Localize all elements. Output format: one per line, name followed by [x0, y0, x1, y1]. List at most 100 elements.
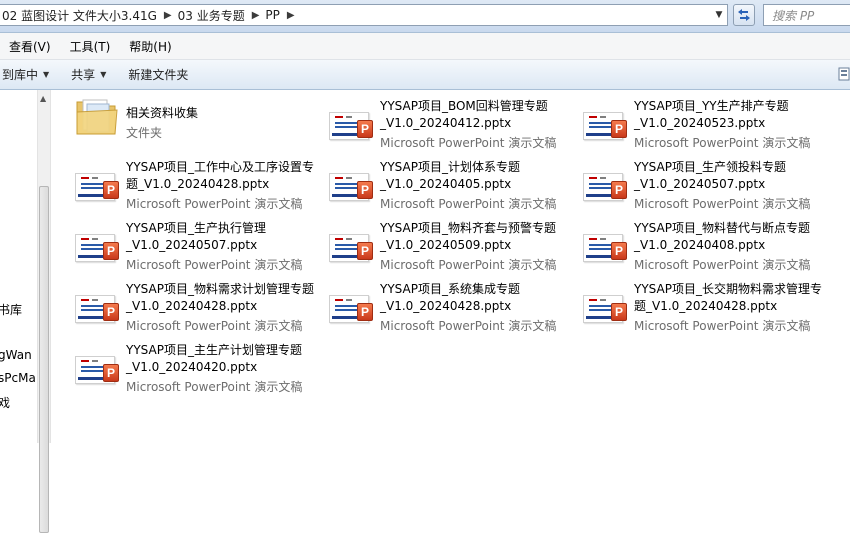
file-type: Microsoft PowerPoint 演示文稿 [126, 197, 303, 211]
command-toolbar: 到库中 ▼ 共享 ▼ 新建文件夹 [0, 60, 850, 90]
menu-bar: 查看(V) 工具(T) 帮助(H) [0, 33, 850, 60]
file-name-line1: YYSAP项目_物料替代与断点专题 [634, 221, 810, 235]
file-name-line2: _V1.0_20240507.pptx [126, 238, 258, 252]
file-item[interactable]: P YYSAP项目_YY生产排产专题 _V1.0_20240523.pptx M… [560, 90, 811, 150]
pptx-file-icon: P [327, 283, 375, 323]
file-type: Microsoft PowerPoint 演示文稿 [380, 197, 557, 211]
file-item[interactable]: P YYSAP项目_计划体系专题 _V1.0_20240405.pptx Mic… [306, 151, 557, 211]
file-name-line1: YYSAP项目_物料齐套与预警专题 [380, 221, 556, 235]
view-options-button[interactable] [838, 66, 850, 82]
chevron-right-icon[interactable]: ▶ [248, 10, 264, 21]
file-item[interactable]: P YYSAP项目_长交期物料需求管理专 题_V1.0_20240428.ppt… [560, 273, 822, 333]
chevron-right-icon[interactable]: ▶ [160, 10, 176, 21]
file-type: Microsoft PowerPoint 演示文稿 [634, 197, 811, 211]
menu-tools[interactable]: 工具(T) [60, 38, 120, 55]
file-name-line2: _V1.0_20240408.pptx [634, 238, 766, 252]
folder-type: 文件夹 [126, 126, 163, 140]
pptx-file-icon: P [73, 344, 121, 384]
file-item[interactable]: P YYSAP项目_主生产计划管理专题 _V1.0_20240420.pptx … [52, 334, 303, 394]
file-type: Microsoft PowerPoint 演示文稿 [380, 136, 557, 150]
folder-name: 相关资料收集 [126, 106, 199, 120]
file-type: Microsoft PowerPoint 演示文稿 [634, 319, 811, 333]
view-options-icon [838, 67, 850, 81]
pptx-file-icon: P [327, 222, 375, 262]
pptx-file-icon: P [327, 161, 375, 201]
refresh-button[interactable] [733, 4, 755, 26]
chevron-down-icon: ▼ [100, 70, 107, 79]
nav-item-games[interactable]: 戏 [0, 394, 10, 411]
pptx-file-icon: P [581, 222, 629, 262]
file-name-line1: YYSAP项目_生产执行管理 [126, 221, 266, 235]
share-label: 共享 [71, 68, 96, 82]
file-item[interactable]: P YYSAP项目_系统集成专题 _V1.0_20240428.pptx Mic… [306, 273, 557, 333]
file-name-line1: YYSAP项目_长交期物料需求管理专 [634, 282, 822, 296]
file-name-line2: _V1.0_20240420.pptx [126, 360, 258, 374]
refresh-icon [738, 9, 750, 21]
file-name-line2: _V1.0_20240523.pptx [634, 116, 766, 130]
chevron-down-icon: ▼ [43, 70, 50, 79]
scroll-up-arrow-icon[interactable]: ▲ [40, 94, 46, 103]
file-name-line2: _V1.0_20240428.pptx [380, 299, 512, 313]
folder-item[interactable]: 相关资料收集 文件夹 [52, 90, 302, 148]
file-item[interactable]: P YYSAP项目_生产领投料专题 _V1.0_20240507.pptx Mi… [560, 151, 811, 211]
file-item[interactable]: P YYSAP项目_物料替代与断点专题 _V1.0_20240408.pptx … [560, 212, 811, 272]
scrollbar-thumb[interactable] [39, 186, 49, 533]
pptx-file-icon: P [73, 222, 121, 262]
file-item[interactable]: P YYSAP项目_生产执行管理 _V1.0_20240507.pptx Mic… [52, 212, 303, 272]
file-name-line1: YYSAP项目_物料需求计划管理专题 [126, 282, 314, 296]
breadcrumb-item[interactable]: 03 业务专题 [176, 7, 248, 24]
file-type: Microsoft PowerPoint 演示文稿 [634, 258, 811, 272]
folder-icon [76, 99, 118, 135]
address-dropdown-button[interactable]: ▼ [711, 5, 727, 25]
file-type: Microsoft PowerPoint 演示文稿 [126, 380, 303, 394]
file-name-line1: YYSAP项目_生产领投料专题 [634, 160, 786, 174]
file-type: Microsoft PowerPoint 演示文稿 [634, 136, 811, 150]
file-item[interactable]: P YYSAP项目_物料需求计划管理专题 _V1.0_20240428.pptx… [52, 273, 314, 333]
file-item[interactable]: P YYSAP项目_工作中心及工序设置专 题_V1.0_20240428.ppt… [52, 151, 314, 211]
file-type: Microsoft PowerPoint 演示文稿 [126, 319, 303, 333]
search-input[interactable]: 搜索 PP [763, 4, 850, 26]
file-name-line1: YYSAP项目_主生产计划管理专题 [126, 343, 302, 357]
address-bar-area: 02 蓝图设计 文件大小3.41G ▶ 03 业务专题 ▶ PP ▶ ▼ 搜索 … [0, 0, 850, 33]
file-name-line2: 题_V1.0_20240428.pptx [634, 299, 778, 313]
pptx-file-icon: P [581, 161, 629, 201]
chevron-right-icon[interactable]: ▶ [283, 10, 299, 21]
file-type: Microsoft PowerPoint 演示文稿 [380, 319, 557, 333]
address-field[interactable]: 02 蓝图设计 文件大小3.41G ▶ 03 业务专题 ▶ PP ▶ [0, 4, 728, 26]
menu-help[interactable]: 帮助(H) [119, 38, 180, 55]
menu-view[interactable]: 查看(V) [0, 38, 60, 55]
nav-item-user[interactable]: gWan [0, 348, 32, 362]
file-item[interactable]: P YYSAP项目_物料齐套与预警专题 _V1.0_20240509.pptx … [306, 212, 557, 272]
file-item[interactable]: P YYSAP项目_BOM回料管理专题 _V1.0_20240412.pptx … [306, 90, 557, 150]
pptx-file-icon: P [73, 283, 121, 323]
file-name-line2: _V1.0_20240405.pptx [380, 177, 512, 191]
file-name-line1: YYSAP项目_系统集成专题 [380, 282, 520, 296]
file-name-line1: YYSAP项目_计划体系专题 [380, 160, 520, 174]
file-name-line2: _V1.0_20240507.pptx [634, 177, 766, 191]
new-folder-label: 新建文件夹 [128, 68, 189, 82]
search-placeholder: 搜索 PP [772, 8, 815, 23]
file-name-line2: 题_V1.0_20240428.pptx [126, 177, 270, 191]
pptx-file-icon: P [73, 161, 121, 201]
file-name-line1: YYSAP项目_工作中心及工序设置专 [126, 160, 314, 174]
navigation-pane: 书库 gWan sPcMa 戏 [0, 90, 37, 443]
file-name-line1: YYSAP项目_YY生产排产专题 [634, 99, 789, 113]
include-in-library-label: 到库中 [2, 68, 39, 82]
nav-scrollbar[interactable]: ▲ [37, 90, 51, 533]
pptx-file-icon: P [327, 100, 375, 140]
include-in-library-button[interactable]: 到库中 ▼ [0, 60, 60, 89]
file-type: Microsoft PowerPoint 演示文稿 [380, 258, 557, 272]
new-folder-button[interactable]: 新建文件夹 [117, 60, 199, 89]
file-name-line2: _V1.0_20240412.pptx [380, 116, 512, 130]
file-list: 相关资料收集 文件夹 P YYSAP项目_BOM回料管理专题 _V1.0_202… [52, 90, 850, 443]
file-name-line2: _V1.0_20240509.pptx [380, 238, 512, 252]
share-button[interactable]: 共享 ▼ [60, 60, 117, 89]
nav-item-library[interactable]: 书库 [0, 301, 22, 318]
file-name-line1: YYSAP项目_BOM回料管理专题 [380, 99, 548, 113]
nav-item-computer[interactable]: sPcMa [0, 371, 36, 385]
file-type: Microsoft PowerPoint 演示文稿 [126, 258, 303, 272]
file-name-line2: _V1.0_20240428.pptx [126, 299, 258, 313]
pptx-file-icon: P [581, 100, 629, 140]
breadcrumb-item[interactable]: PP [263, 8, 282, 22]
breadcrumb-item[interactable]: 02 蓝图设计 文件大小3.41G [0, 7, 160, 24]
